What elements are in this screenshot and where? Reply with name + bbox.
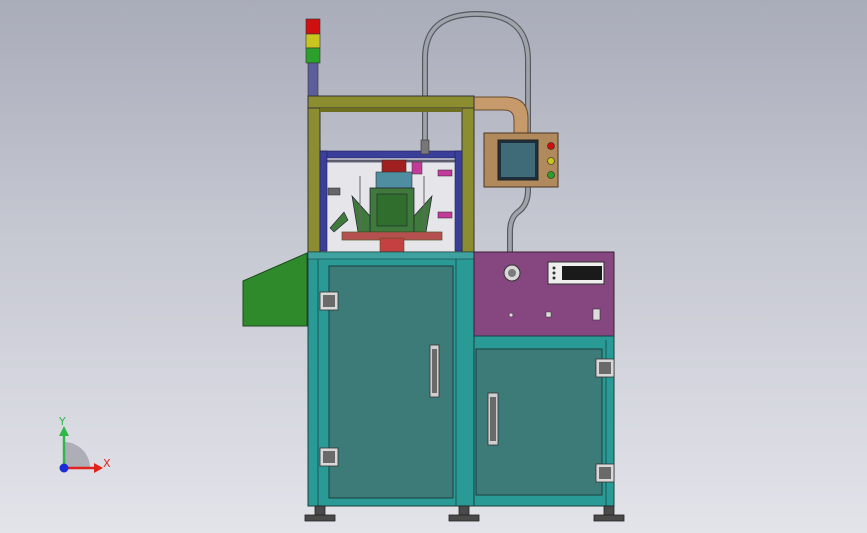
leveling-feet xyxy=(304,505,625,522)
discharge-chute xyxy=(242,252,308,327)
cad-viewport[interactable]: Y X xyxy=(0,0,867,533)
hmi-button-yellow[interactable] xyxy=(547,157,555,165)
exhaust-elbow xyxy=(471,96,529,135)
stack-light-pole xyxy=(307,62,319,97)
x-axis-arrow xyxy=(94,463,103,473)
control-panel xyxy=(473,251,615,337)
hmi-button-red[interactable] xyxy=(547,142,555,150)
indicator-square xyxy=(545,311,552,318)
left-cabinet xyxy=(307,251,475,507)
z-axis-dot xyxy=(59,463,69,473)
stack-light xyxy=(305,18,321,97)
right-cabinet xyxy=(473,335,615,507)
x-axis-label: X xyxy=(103,457,111,470)
panel-switch[interactable] xyxy=(592,308,601,321)
stack-light-green xyxy=(305,47,321,64)
machine-scene: Y X xyxy=(58,10,625,522)
coordinate-triad: Y X xyxy=(58,415,111,473)
stack-light-yellow xyxy=(305,33,321,49)
y-axis-label: Y xyxy=(58,415,66,428)
stack-light-red xyxy=(305,18,321,35)
hmi-terminal xyxy=(483,132,559,188)
hmi-button-green[interactable] xyxy=(547,171,555,179)
